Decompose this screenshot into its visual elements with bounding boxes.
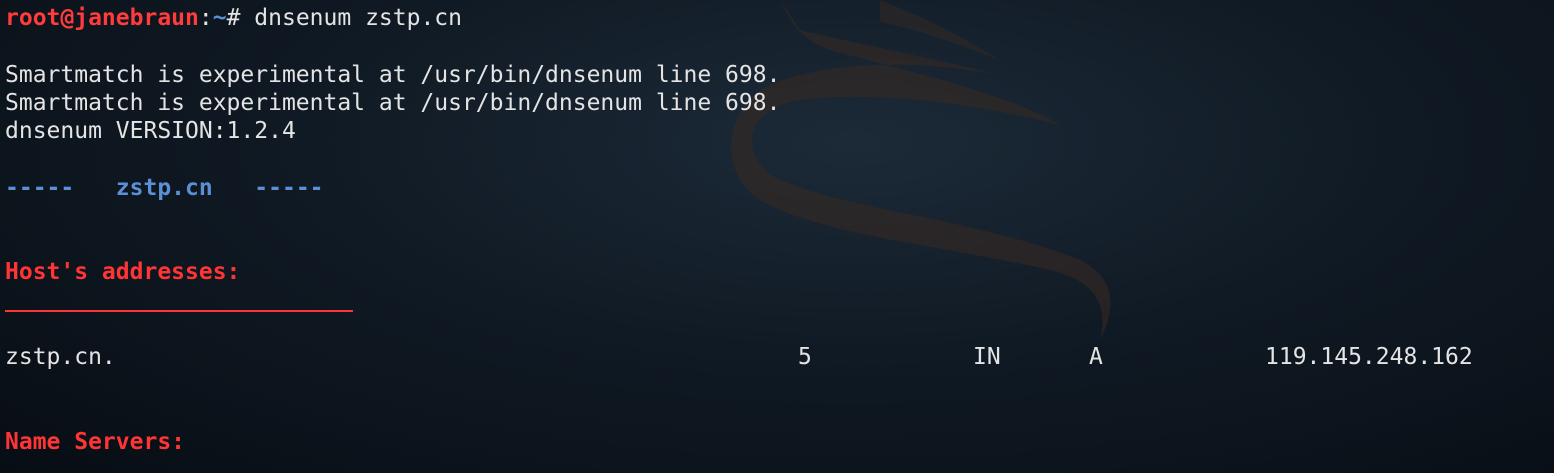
warning-line: Smartmatch is experimental at /usr/bin/d…	[5, 62, 781, 88]
prompt-colon: :	[198, 5, 213, 31]
record-ttl: 5	[798, 344, 812, 370]
domain-banner: ----- zstp.cn -----	[5, 174, 324, 202]
command-prompt-line: root@janebraun:~# dnsenum zstp.cn	[5, 4, 462, 32]
record-class: IN	[973, 344, 1001, 370]
banner-right-dashes: -----	[254, 175, 324, 201]
record-name: zstp.cn.	[5, 344, 116, 370]
terminal-output: root@janebraun:~# dnsenum zstp.cn Smartm…	[5, 2, 1553, 473]
prompt-symbol: #	[226, 5, 255, 31]
record-type: A	[1089, 344, 1103, 370]
warning-line: Smartmatch is experimental at /usr/bin/d…	[5, 90, 781, 116]
heading-underline	[5, 310, 353, 312]
prompt-user-host: root@janebraun	[5, 5, 199, 31]
banner-domain: zstp.cn	[115, 175, 213, 201]
version-line: dnsenum VERSION:1.2.4	[5, 118, 296, 144]
host-addresses-heading: Host's addresses:	[5, 259, 241, 285]
banner-left-dashes: -----	[5, 175, 75, 201]
command-text: dnsenum zstp.cn	[254, 5, 463, 31]
name-servers-heading: Name Servers:	[5, 429, 186, 455]
record-address: 119.145.248.162	[1265, 344, 1473, 370]
prompt-path: ~	[212, 5, 227, 31]
